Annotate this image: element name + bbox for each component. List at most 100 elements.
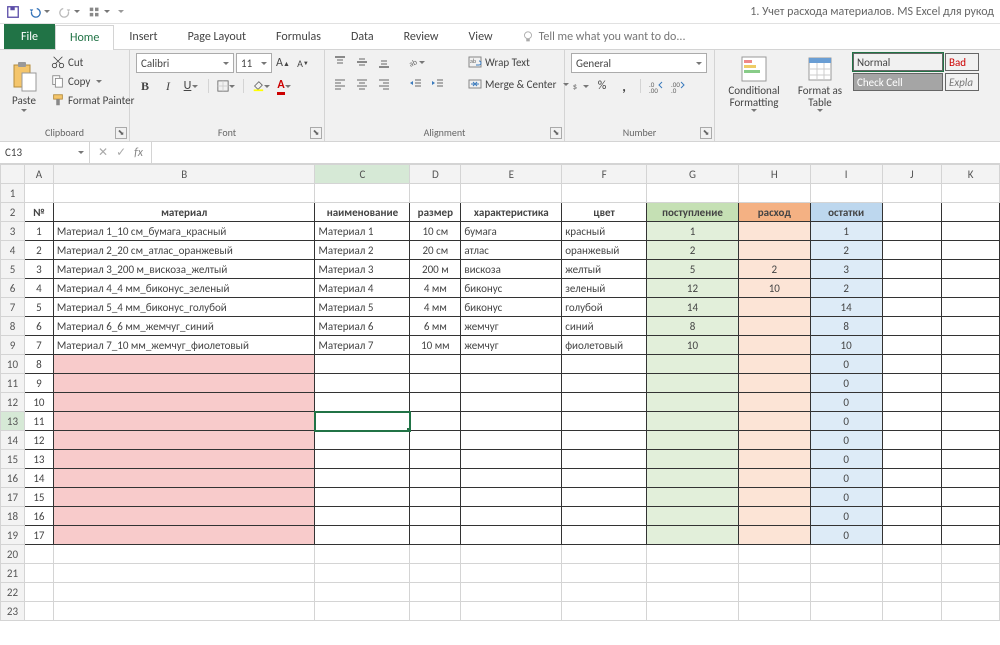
cell[interactable] xyxy=(942,374,1000,393)
cell[interactable] xyxy=(738,488,810,507)
cell[interactable] xyxy=(53,412,315,431)
cell[interactable] xyxy=(647,507,739,526)
cell[interactable] xyxy=(53,393,315,412)
cell[interactable]: 9 xyxy=(24,374,53,393)
copy-button[interactable]: Copy xyxy=(48,72,137,90)
cell[interactable]: 10 xyxy=(647,336,739,355)
cell[interactable] xyxy=(562,583,647,602)
cell[interactable]: Материал 6_6 мм_жемчуг_синий xyxy=(53,317,315,336)
cell[interactable]: 14 xyxy=(647,298,739,317)
cell[interactable] xyxy=(461,507,562,526)
orientation-button[interactable]: ab xyxy=(407,53,425,71)
row-header[interactable]: 18 xyxy=(1,507,25,526)
cell[interactable]: 10 см xyxy=(410,222,461,241)
column-header-G[interactable]: G xyxy=(647,165,739,184)
cell[interactable] xyxy=(53,545,315,564)
cell[interactable] xyxy=(882,450,942,469)
cell[interactable]: 0 xyxy=(810,431,882,450)
cell[interactable]: 2 xyxy=(24,241,53,260)
cell[interactable] xyxy=(562,431,647,450)
row-header[interactable]: 23 xyxy=(1,602,25,621)
cell[interactable] xyxy=(461,564,562,583)
cell[interactable] xyxy=(410,583,461,602)
cell[interactable]: 11 xyxy=(24,412,53,431)
cell[interactable] xyxy=(315,450,410,469)
cell[interactable] xyxy=(53,564,315,583)
cell[interactable] xyxy=(738,564,810,583)
cell[interactable] xyxy=(942,583,1000,602)
cell[interactable]: 10 мм xyxy=(410,336,461,355)
cell[interactable]: 10 xyxy=(738,279,810,298)
column-header-E[interactable]: E xyxy=(461,165,562,184)
cell[interactable] xyxy=(562,355,647,374)
cell[interactable] xyxy=(24,545,53,564)
cell[interactable]: 0 xyxy=(810,526,882,545)
cell[interactable] xyxy=(562,393,647,412)
merge-center-button[interactable]: Merge & Center xyxy=(465,75,572,93)
redo-button[interactable] xyxy=(58,5,80,19)
cell[interactable] xyxy=(942,526,1000,545)
row-header[interactable]: 9 xyxy=(1,336,25,355)
row-header[interactable]: 20 xyxy=(1,545,25,564)
cell[interactable] xyxy=(738,545,810,564)
style-normal[interactable]: Normal xyxy=(853,53,943,71)
cell[interactable] xyxy=(942,412,1000,431)
alignment-dialog-launcher[interactable]: ⬊ xyxy=(550,127,562,139)
row-header[interactable]: 22 xyxy=(1,583,25,602)
cell[interactable]: Материал 2 xyxy=(315,241,410,260)
cell[interactable]: вискоза xyxy=(461,260,562,279)
tab-insert[interactable]: Insert xyxy=(114,24,172,49)
cell[interactable]: Материал 7 xyxy=(315,336,410,355)
wrap-text-button[interactable]: abWrap Text xyxy=(465,53,572,71)
cell[interactable]: 4 мм xyxy=(410,279,461,298)
cell[interactable]: 12 xyxy=(24,431,53,450)
row-header[interactable]: 17 xyxy=(1,488,25,507)
cell[interactable] xyxy=(882,279,942,298)
cell[interactable]: 20 см xyxy=(410,241,461,260)
tab-page-layout[interactable]: Page Layout xyxy=(173,24,261,49)
cell[interactable]: 0 xyxy=(810,507,882,526)
fx-icon[interactable]: fx xyxy=(134,146,143,160)
cell[interactable] xyxy=(942,241,1000,260)
cell[interactable]: 14 xyxy=(24,469,53,488)
cell[interactable]: материал xyxy=(53,203,315,222)
cell[interactable] xyxy=(315,355,410,374)
cell[interactable]: 0 xyxy=(810,393,882,412)
cell[interactable]: Материал 1_10 см_бумага_красный xyxy=(53,222,315,241)
cell[interactable]: 2 xyxy=(738,260,810,279)
row-header[interactable]: 12 xyxy=(1,393,25,412)
italic-button[interactable]: I xyxy=(159,77,177,95)
cell[interactable] xyxy=(410,374,461,393)
cell[interactable] xyxy=(315,602,410,621)
number-format-combo[interactable]: General xyxy=(571,53,707,73)
cell[interactable]: наименование xyxy=(315,203,410,222)
cell[interactable] xyxy=(647,545,739,564)
cell[interactable] xyxy=(53,355,315,374)
cell[interactable] xyxy=(882,583,942,602)
cell[interactable] xyxy=(942,564,1000,583)
cell[interactable] xyxy=(410,545,461,564)
cell[interactable]: голубой xyxy=(562,298,647,317)
row-header[interactable]: 6 xyxy=(1,279,25,298)
underline-button[interactable]: U xyxy=(182,77,200,95)
cell[interactable] xyxy=(738,393,810,412)
tab-view[interactable]: View xyxy=(454,24,508,49)
row-header[interactable]: 1 xyxy=(1,184,25,203)
cell[interactable] xyxy=(410,412,461,431)
cell[interactable] xyxy=(410,431,461,450)
cell[interactable] xyxy=(810,184,882,203)
cell[interactable] xyxy=(647,355,739,374)
cell[interactable] xyxy=(562,602,647,621)
cell[interactable]: остатки xyxy=(810,203,882,222)
cell[interactable]: 0 xyxy=(810,469,882,488)
cell[interactable] xyxy=(647,469,739,488)
cell[interactable]: 8 xyxy=(647,317,739,336)
cell[interactable]: расход xyxy=(738,203,810,222)
cell[interactable]: характеристика xyxy=(461,203,562,222)
cell[interactable] xyxy=(24,602,53,621)
cell[interactable] xyxy=(942,602,1000,621)
cell[interactable]: 8 xyxy=(810,317,882,336)
cell[interactable] xyxy=(810,545,882,564)
cell[interactable] xyxy=(461,431,562,450)
cell[interactable] xyxy=(942,450,1000,469)
